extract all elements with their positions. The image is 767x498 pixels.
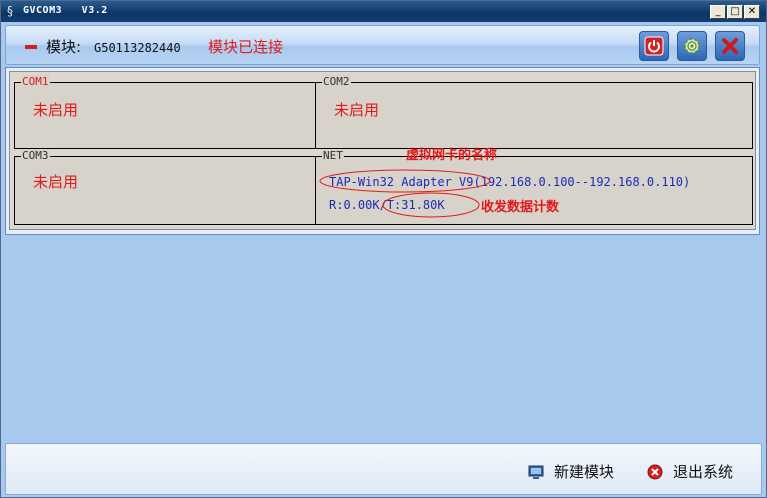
settings-button[interactable] [677,31,707,61]
port-group-net: NET TAP-Win32 Adapter V9(192.168.0.100--… [315,148,753,225]
annotation-adapter-name: 虚拟网卡的名称 [406,148,498,163]
exit-system-button[interactable]: 退出系统 [647,461,733,482]
collapse-minus-icon[interactable] [25,45,37,49]
port-legend: COM3 [21,149,50,163]
module-id: G50113282440 [94,41,181,55]
gear-icon [684,38,700,54]
power-button[interactable] [639,31,669,61]
annotation-traffic-count: 收发数据计数 [481,200,560,215]
footer-bar: 新建模块 退出系统 [5,443,762,495]
port-legend: COM1 [21,75,50,89]
minimize-button[interactable]: _ [710,5,726,19]
annotation-ellipse-traffic [382,192,480,218]
module-label: 模块: [46,38,82,56]
monitor-icon [528,465,544,479]
port-group-com1: COM1 未启用 [14,75,316,149]
close-x-icon [722,38,738,54]
new-module-label: 新建模块 [554,463,615,481]
title-bar[interactable]: § GVCOM3 V3.2 _ □ ✕ [1,1,766,22]
ports-panel: COM1 未启用 COM2 未启用 COM3 未启用 NET TAP-Win32… [9,71,756,230]
empty-content-area [5,237,760,441]
annotation-ellipses [319,169,491,218]
port-state: 未启用 [334,101,380,119]
close-button[interactable]: ✕ [744,5,760,19]
ports-panel-frame: COM1 未启用 COM2 未启用 COM3 未启用 NET TAP-Win32… [5,67,760,235]
port-legend: NET [322,149,344,163]
port-group-com3: COM3 未启用 [14,149,316,225]
annotation-ellipse-adapter [319,169,491,193]
exit-icon [647,464,663,479]
window-title: GVCOM3 V3.2 [23,5,108,16]
module-header: 模块: G50113282440 模块已连接 [5,25,760,65]
new-module-button[interactable]: 新建模块 [528,461,614,482]
app-window: § GVCOM3 V3.2 _ □ ✕ 模块: G50113282440 模块已… [0,0,767,498]
power-icon [644,36,664,56]
port-legend: COM2 [322,75,351,89]
port-state: 未启用 [33,101,79,119]
exit-button[interactable] [715,31,745,61]
exit-system-label: 退出系统 [673,463,734,481]
port-state: 未启用 [33,173,79,191]
port-group-com2: COM2 未启用 [315,75,753,149]
net-ip-range: (192.168.0.100--192.168.0.110) [473,175,691,189]
module-status: 模块已连接 [208,38,284,56]
maximize-button[interactable]: □ [727,5,743,19]
app-icon: § [7,4,13,18]
